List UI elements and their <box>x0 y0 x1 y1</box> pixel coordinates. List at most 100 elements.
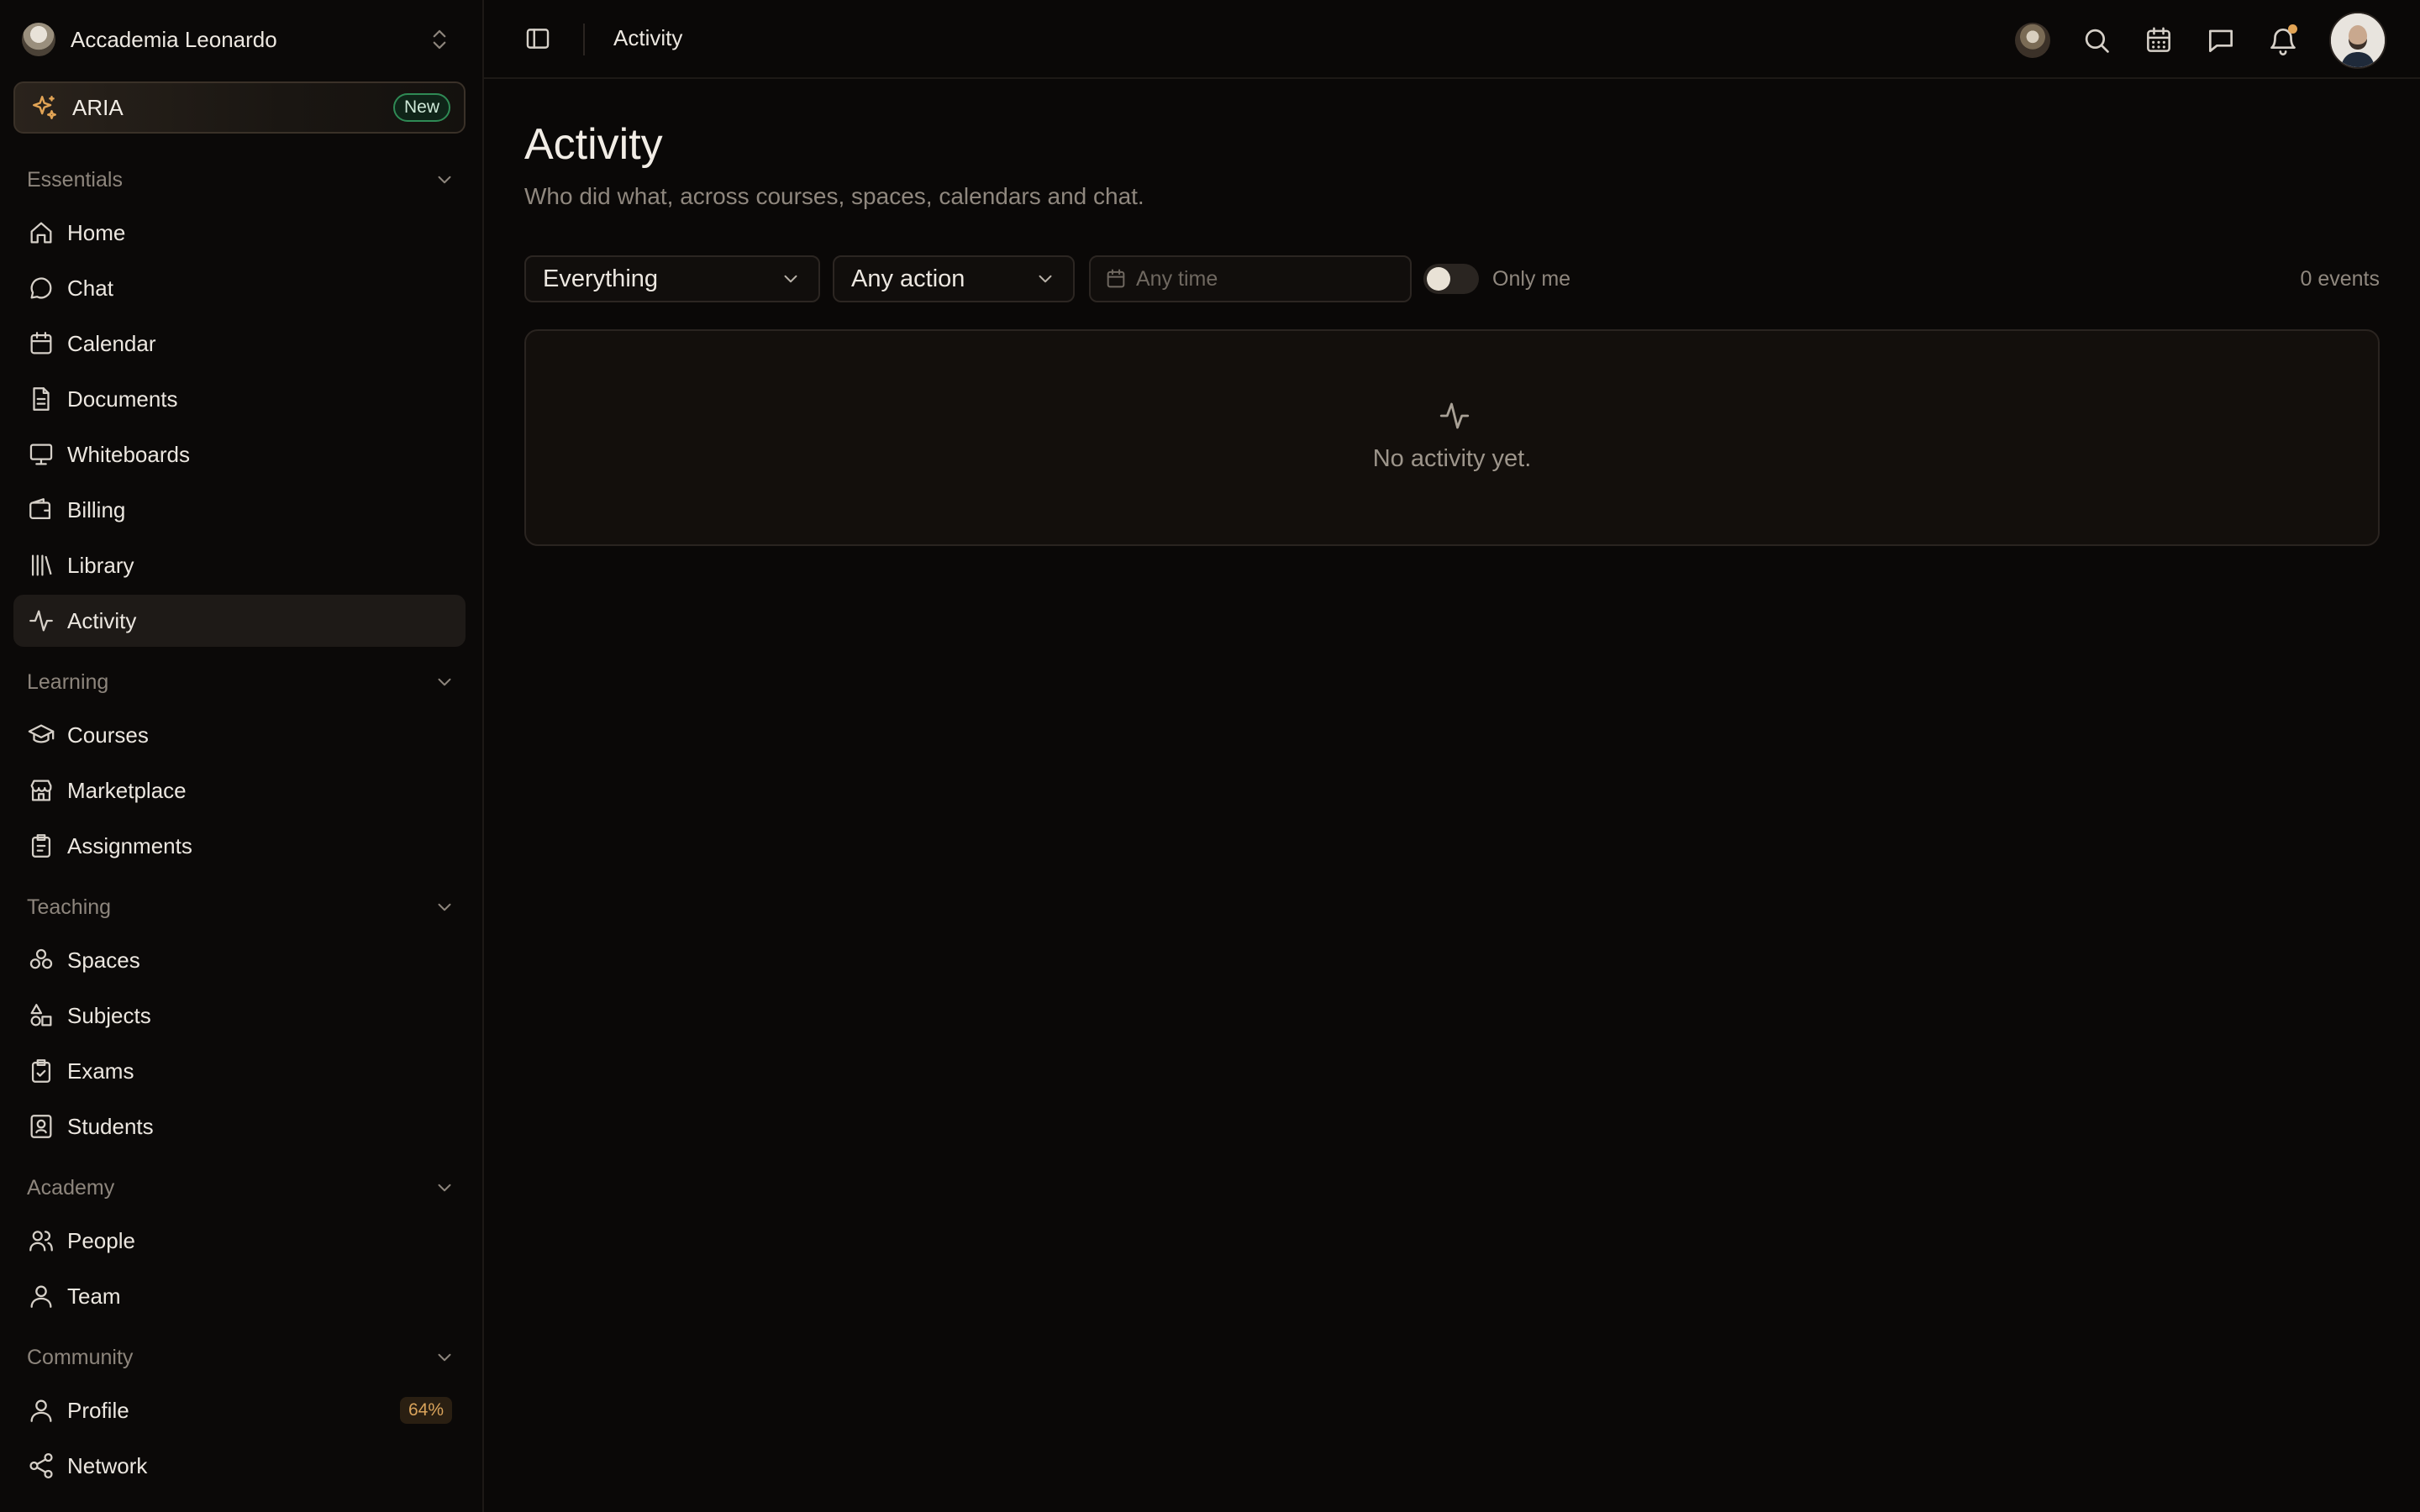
activity-empty-state: No activity yet. <box>524 329 2380 546</box>
scope-select[interactable]: Everything <box>524 255 820 302</box>
user-avatar[interactable] <box>2329 12 2386 69</box>
sidebar-toggle-icon[interactable] <box>523 24 552 53</box>
page-subtitle: Who did what, across courses, spaces, ca… <box>524 183 1144 209</box>
sparkles-icon <box>33 96 56 119</box>
companion-avatar[interactable] <box>2015 23 2050 58</box>
sidebar-item-profile[interactable]: Profile 64% <box>13 1384 466 1436</box>
section-header-teaching[interactable]: Teaching <box>27 890 455 924</box>
contact-icon <box>30 1115 52 1138</box>
new-badge: New <box>392 93 450 122</box>
chevron-down-icon <box>438 1184 451 1192</box>
spaces-icon <box>29 948 53 969</box>
sidebar-item-label: Documents <box>67 386 178 412</box>
sidebar-item-spaces[interactable]: Spaces <box>13 934 466 986</box>
breadcrumb-title: Activity <box>613 25 683 50</box>
clipboard-icon <box>31 834 51 858</box>
aria-button[interactable]: ARIA New <box>13 81 466 134</box>
search-icon[interactable] <box>2081 24 2112 56</box>
user-icon <box>30 1399 52 1422</box>
shapes-icon <box>30 1004 52 1026</box>
workspace-switcher[interactable]: Accademia Leonardo <box>22 21 467 58</box>
sidebar-item-whiteboards[interactable]: Whiteboards <box>13 428 466 480</box>
topbar-actions <box>2015 12 2386 69</box>
section-title: Academy <box>27 1175 115 1200</box>
section-title: Community <box>27 1345 134 1369</box>
sidebar-item-label: Profile <box>67 1397 129 1423</box>
sidebar-item-label: Assignments <box>67 832 192 858</box>
share-icon <box>29 1452 53 1479</box>
time-range-picker[interactable]: Any time <box>1089 255 1412 302</box>
sidebar-item-billing[interactable]: Billing <box>13 484 466 536</box>
library-icon <box>31 554 52 576</box>
sidebar-item-marketplace[interactable]: Marketplace <box>13 764 466 816</box>
action-select[interactable]: Any action <box>833 255 1075 302</box>
section-header-academy[interactable]: Academy <box>27 1171 455 1205</box>
sidebar-item-assignments[interactable]: Assignments <box>13 820 466 872</box>
section-header-community[interactable]: Community <box>27 1341 455 1374</box>
sidebar-item-courses[interactable]: Courses <box>13 709 466 761</box>
sidebar-item-chat[interactable]: Chat <box>13 262 466 314</box>
chevron-down-icon <box>438 1353 451 1362</box>
whiteboard-icon <box>29 444 53 465</box>
events-count: 0 events <box>2300 267 2380 291</box>
clipboard-check-icon <box>31 1059 51 1083</box>
topbar-divider <box>583 24 585 55</box>
sidebar-item-calendar[interactable]: Calendar <box>13 318 466 370</box>
empty-state-text: No activity yet. <box>1372 445 1532 472</box>
calendar-icon <box>30 332 52 354</box>
chevron-down-icon <box>438 678 451 686</box>
section-header-essentials[interactable]: Essentials <box>27 163 455 197</box>
sidebar-item-library[interactable]: Library <box>13 539 466 591</box>
store-icon <box>30 780 52 801</box>
section-header-learning[interactable]: Learning <box>27 665 455 699</box>
calendar-icon[interactable] <box>2143 24 2175 56</box>
chevron-down-icon <box>438 176 451 184</box>
sidebar-item-team[interactable]: Team <box>13 1270 466 1322</box>
message-square-icon[interactable] <box>2205 24 2237 56</box>
users-icon <box>29 1231 53 1252</box>
sidebar-item-label: People <box>67 1227 135 1253</box>
sidebar-item-label: Courses <box>67 722 149 748</box>
sidebar-item-label: Home <box>67 219 126 245</box>
wallet-icon <box>29 498 51 520</box>
sidebar-item-subjects[interactable]: Subjects <box>13 990 466 1042</box>
calendar-icon <box>1107 269 1125 288</box>
sidebar-item-label: Calendar <box>67 330 156 356</box>
avatar-portrait <box>2331 13 2385 67</box>
workspace-logo <box>22 23 55 56</box>
sidebar-item-label: Network <box>67 1452 148 1478</box>
sidebar-item-activity[interactable]: Activity <box>13 595 466 647</box>
topbar: Activity <box>484 0 2420 79</box>
only-me-label: Only me <box>1492 267 1571 291</box>
sidebar-item-people[interactable]: People <box>13 1215 466 1267</box>
sidebar-item-students[interactable]: Students <box>13 1100 466 1152</box>
notifications-button[interactable] <box>2267 24 2299 56</box>
only-me-toggle[interactable] <box>1423 264 1479 294</box>
app-root: Accademia Leonardo ARIA New Essentials Ho… <box>0 0 2420 1512</box>
sidebar-item-label: Billing <box>67 496 126 522</box>
sidebar-item-label: Subjects <box>67 1002 151 1028</box>
sidebar-item-label: Library <box>67 552 134 578</box>
time-range-placeholder: Any time <box>1136 266 1218 291</box>
sidebar-item-network[interactable]: Network <box>13 1440 466 1492</box>
document-icon <box>33 387 50 411</box>
activity-icon <box>29 610 53 632</box>
sidebar-item-label: Team <box>67 1283 121 1309</box>
graduation-cap-icon <box>28 724 55 743</box>
notification-dot <box>2288 24 2297 34</box>
aria-label: ARIA <box>72 94 124 120</box>
chat-icon <box>30 277 52 299</box>
sidebar-item-label: Chat <box>67 275 113 301</box>
sidebar-item-documents[interactable]: Documents <box>13 373 466 425</box>
sidebar-item-exams[interactable]: Exams <box>13 1045 466 1097</box>
chevron-down-icon <box>438 903 451 911</box>
sidebar-item-home[interactable]: Home <box>13 207 466 259</box>
profile-completion-badge: 64% <box>399 1397 452 1424</box>
sidebar-item-label: Marketplace <box>67 777 187 803</box>
user-icon <box>30 1285 52 1308</box>
sidebar-item-label: Spaces <box>67 947 140 973</box>
chevrons-up-down-icon <box>433 29 446 50</box>
chevron-down-icon <box>1039 275 1052 283</box>
workspace-name: Accademia Leonardo <box>71 26 277 52</box>
action-select-value: Any action <box>851 265 965 292</box>
